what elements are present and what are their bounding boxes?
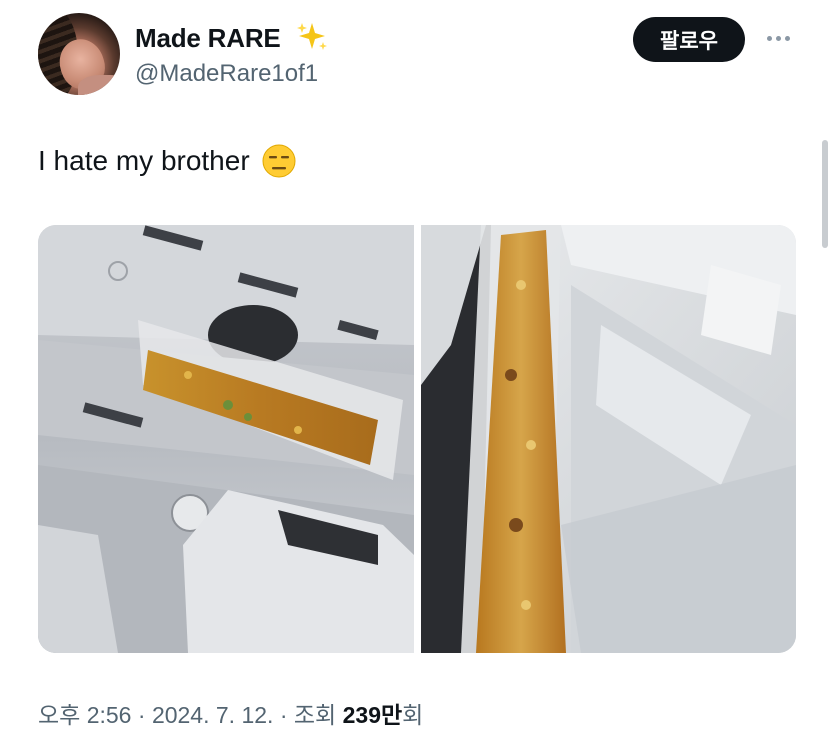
sparkles-icon: [297, 23, 327, 50]
tweet-time[interactable]: 오후 2:56: [38, 702, 131, 728]
display-name[interactable]: Made RARE: [135, 23, 281, 54]
meta-separator: ·: [137, 702, 146, 728]
tweet-date[interactable]: 2024. 7. 12.: [152, 702, 274, 728]
photo-fridge-shelf[interactable]: [38, 225, 414, 653]
tweet-text-row: I hate my brother: [38, 144, 296, 178]
photo-rice-closeup[interactable]: [421, 225, 796, 653]
tweet-text: I hate my brother: [38, 145, 250, 176]
media-grid[interactable]: [38, 225, 796, 653]
tweet-meta: 오후 2:56 · 2024. 7. 12. · 조회 239만회: [38, 696, 423, 730]
avatar[interactable]: [38, 13, 120, 95]
user-handle[interactable]: @MadeRare1of1: [135, 60, 318, 88]
expressionless-face-icon: [262, 144, 296, 178]
views-count: 239만: [342, 702, 403, 728]
more-dot: [775, 35, 781, 41]
avatar-shoulder: [78, 75, 120, 95]
more-dot: [766, 35, 772, 41]
scrollbar[interactable]: [822, 140, 828, 248]
follow-button[interactable]: 팔로우: [633, 17, 745, 62]
meta-separator: ·: [279, 702, 288, 728]
more-dot: [784, 35, 790, 41]
views-prefix: 조회: [293, 702, 337, 728]
views-suffix: 회: [402, 702, 424, 728]
more-options-icon[interactable]: [760, 26, 796, 50]
